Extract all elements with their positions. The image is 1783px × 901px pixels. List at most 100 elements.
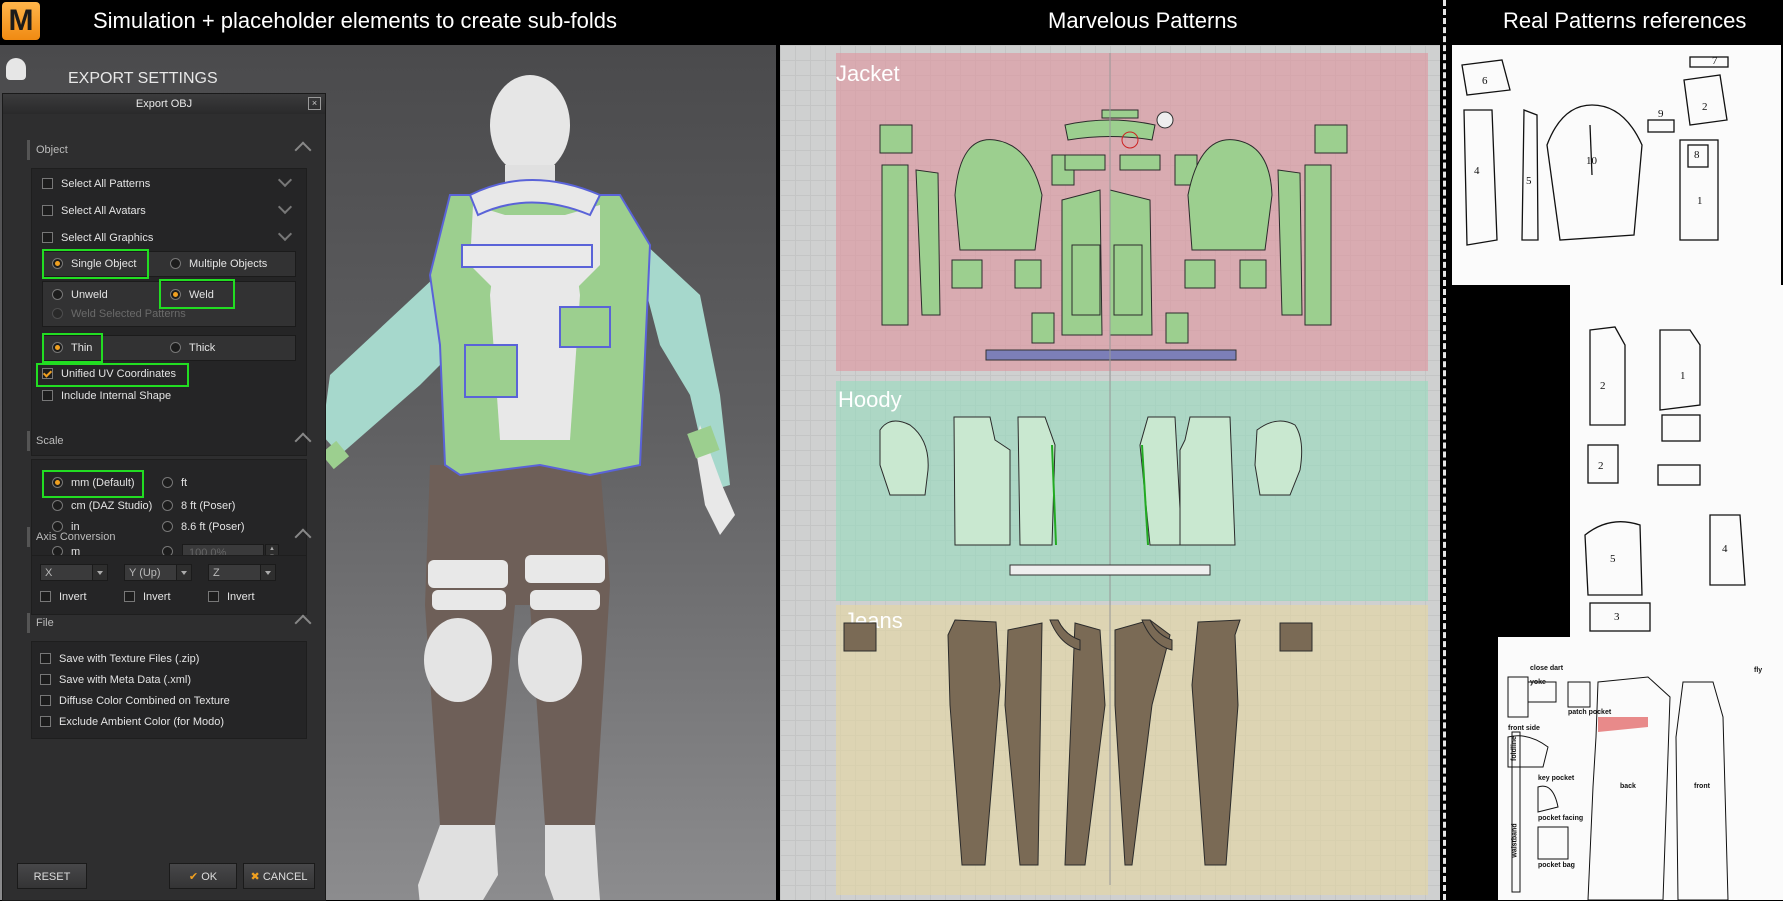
cancel-label: CANCEL bbox=[262, 871, 308, 883]
expand-chevron-icon[interactable] bbox=[277, 199, 293, 215]
axis-y-value: Y (Up) bbox=[129, 567, 161, 579]
reference-patterns-panel: 6 7 4 5 10 9 2 8 1 2 1 2 5 4 3 close dar… bbox=[1446, 45, 1783, 900]
select-all-patterns-row[interactable]: Select All Patterns bbox=[42, 175, 150, 193]
highlight-box bbox=[42, 333, 103, 363]
ref-piece-number: 2 bbox=[1702, 101, 1708, 113]
ref-piece-number: 1 bbox=[1697, 195, 1703, 207]
checkbox[interactable] bbox=[42, 231, 53, 243]
multiple-objects-radio[interactable]: Multiple Objects bbox=[170, 255, 267, 273]
scale-8ft-radio[interactable]: 8 ft (Poser) bbox=[162, 497, 235, 515]
radio bbox=[52, 307, 63, 319]
weld-selected-radio: Weld Selected Patterns bbox=[52, 305, 186, 323]
ref-piece-number: 4 bbox=[1474, 165, 1480, 177]
ref-trouser-label: foldline bbox=[1510, 736, 1518, 761]
radio[interactable] bbox=[162, 499, 173, 511]
checkbox[interactable] bbox=[40, 673, 51, 685]
invert-label: Invert bbox=[59, 591, 87, 603]
ref-piece-number: 2 bbox=[1600, 380, 1606, 392]
cancel-button[interactable]: ✖ CANCEL bbox=[243, 863, 315, 889]
section-file-body: Save with Texture Files (.zip) Save with… bbox=[31, 641, 307, 739]
invert-y-row[interactable]: Invert bbox=[124, 588, 171, 606]
unweld-label: Unweld bbox=[71, 289, 108, 301]
ref-trouser-label: pocket facing bbox=[1538, 815, 1584, 822]
chest-strap bbox=[461, 244, 593, 268]
radio[interactable] bbox=[52, 288, 63, 300]
radio[interactable] bbox=[170, 257, 181, 269]
diffuse-label: Diffuse Color Combined on Texture bbox=[59, 695, 230, 707]
axis-y-select[interactable]: Y (Up) bbox=[124, 564, 192, 581]
invert-z-row[interactable]: Invert bbox=[208, 588, 255, 606]
include-internal-label: Include Internal Shape bbox=[61, 390, 172, 402]
ref-piece-number: 2 bbox=[1598, 460, 1604, 472]
scale-ft-label: ft bbox=[181, 477, 188, 489]
select-all-avatars-row[interactable]: Select All Avatars bbox=[42, 202, 146, 220]
expand-chevron-icon[interactable] bbox=[277, 226, 293, 242]
radio[interactable] bbox=[162, 476, 173, 488]
diffuse-row[interactable]: Diffuse Color Combined on Texture bbox=[40, 692, 230, 710]
section-object-header[interactable]: Object bbox=[27, 140, 312, 160]
scale-cm-radio[interactable]: cm (DAZ Studio) bbox=[52, 497, 152, 515]
select-all-patterns-label: Select All Patterns bbox=[61, 178, 151, 190]
section-scale-title: Scale bbox=[36, 435, 64, 447]
select-all-graphics-label: Select All Graphics bbox=[61, 232, 154, 244]
checkbox[interactable] bbox=[42, 204, 53, 216]
checkbox[interactable] bbox=[40, 715, 51, 727]
include-internal-row[interactable]: Include Internal Shape bbox=[42, 387, 171, 405]
ref-trouser-label: key pocket bbox=[1538, 775, 1575, 782]
ambient-row[interactable]: Exclude Ambient Color (for Modo) bbox=[40, 713, 224, 731]
checkbox[interactable] bbox=[124, 590, 135, 602]
right-shoe bbox=[545, 825, 600, 900]
axis-z-select[interactable]: Z bbox=[208, 564, 276, 581]
avatar-icon[interactable] bbox=[6, 58, 26, 80]
left-knee-pad bbox=[424, 618, 492, 702]
texture-zip-row[interactable]: Save with Texture Files (.zip) bbox=[40, 650, 199, 668]
checkbox[interactable] bbox=[40, 590, 51, 602]
axis-x-select[interactable]: X bbox=[40, 564, 108, 581]
section-file-header[interactable]: File bbox=[27, 613, 312, 633]
meta-xml-label: Save with Meta Data (.xml) bbox=[59, 674, 192, 686]
checkbox[interactable] bbox=[208, 590, 219, 602]
scale-cm-label: cm (DAZ Studio) bbox=[71, 500, 153, 512]
checkbox[interactable] bbox=[40, 694, 51, 706]
left-thigh-strap bbox=[428, 560, 508, 588]
expand-chevron-icon[interactable] bbox=[277, 172, 293, 188]
reset-button[interactable]: RESET bbox=[17, 863, 87, 889]
invert-label: Invert bbox=[227, 591, 255, 603]
close-icon[interactable]: × bbox=[308, 97, 321, 110]
scale-ft-radio[interactable]: ft bbox=[162, 474, 187, 492]
right-banner-title: Real Patterns references bbox=[1503, 8, 1747, 33]
checkbox[interactable] bbox=[42, 389, 53, 401]
radio[interactable] bbox=[170, 341, 181, 353]
ref-trouser-label: pocket bag bbox=[1538, 862, 1575, 869]
axis-x-value: X bbox=[45, 567, 53, 579]
thick-radio[interactable]: Thick bbox=[170, 339, 215, 357]
ref-piece-number: 6 bbox=[1482, 75, 1488, 87]
hoody-piece bbox=[879, 420, 929, 496]
thick-label: Thick bbox=[189, 342, 216, 354]
weld-selected-label: Weld Selected Patterns bbox=[71, 308, 186, 320]
ok-button[interactable]: ✔ OK bbox=[169, 863, 237, 889]
collapse-chevron-icon[interactable] bbox=[294, 614, 312, 632]
section-object-body: Select All Patterns Select All Avatars S… bbox=[31, 168, 307, 456]
meta-xml-row[interactable]: Save with Meta Data (.xml) bbox=[40, 671, 191, 689]
section-scale-header[interactable]: Scale bbox=[27, 431, 312, 451]
pattern-2d-window[interactable]: Jacket Hoody Jeans bbox=[780, 45, 1440, 900]
unweld-radio[interactable]: Unweld bbox=[52, 286, 108, 304]
section-axis-header[interactable]: Axis Conversion bbox=[27, 527, 312, 547]
ambient-label: Exclude Ambient Color (for Modo) bbox=[59, 716, 225, 728]
highlight-box bbox=[42, 249, 149, 279]
collapse-chevron-icon[interactable] bbox=[294, 141, 312, 159]
collapse-chevron-icon[interactable] bbox=[294, 528, 312, 546]
select-all-avatars-label: Select All Avatars bbox=[61, 205, 146, 217]
invert-x-row[interactable]: Invert bbox=[40, 588, 87, 606]
highlight-box bbox=[36, 363, 189, 387]
radio[interactable] bbox=[52, 499, 63, 511]
checkbox[interactable] bbox=[40, 652, 51, 664]
checkbox[interactable] bbox=[42, 177, 53, 189]
marvelous-logo: M bbox=[2, 2, 40, 40]
collapse-chevron-icon[interactable] bbox=[294, 432, 312, 450]
select-all-graphics-row[interactable]: Select All Graphics bbox=[42, 229, 153, 247]
middle-banner-title: Marvelous Patterns bbox=[1048, 8, 1238, 33]
ok-label: OK bbox=[201, 871, 218, 883]
axis-z-value: Z bbox=[213, 567, 220, 579]
